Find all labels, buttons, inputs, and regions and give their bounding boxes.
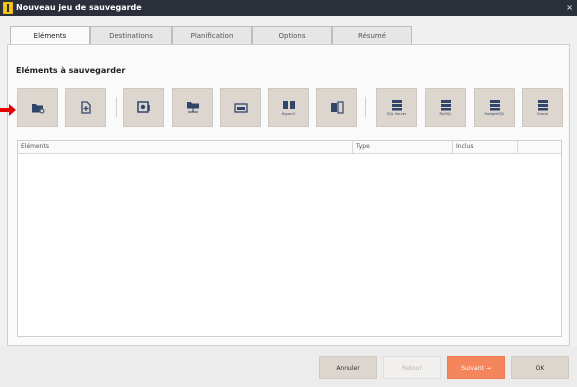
oracle-caption: Oracle bbox=[536, 112, 549, 116]
toolbar-separator bbox=[116, 97, 117, 117]
oracle-button[interactable]: Oracle bbox=[522, 88, 563, 127]
elements-panel: Eléments à sauvegarder Hyper-V SQL Serve… bbox=[7, 44, 570, 346]
network-folder-icon bbox=[186, 102, 199, 113]
elements-table[interactable]: Eléments Type Inclus bbox=[17, 140, 562, 337]
postgresql-button[interactable]: PostgreSQL bbox=[474, 88, 515, 127]
add-file-icon bbox=[80, 101, 91, 114]
hyper-v-icon bbox=[282, 100, 295, 109]
database-icon bbox=[440, 100, 451, 111]
column-inclus[interactable]: Inclus bbox=[453, 141, 518, 153]
ok-button[interactable]: OK bbox=[511, 356, 569, 379]
sql-server-caption: SQL Server bbox=[386, 112, 407, 116]
tab-destinations[interactable]: Destinations bbox=[90, 26, 172, 44]
postgresql-caption: PostgreSQL bbox=[484, 112, 505, 116]
cancel-button[interactable]: Annuler bbox=[319, 356, 377, 379]
add-folder-button[interactable] bbox=[17, 88, 58, 127]
exchange-icon bbox=[330, 101, 344, 114]
tab-planification[interactable]: Planification bbox=[172, 26, 252, 44]
hyper-v-button[interactable]: Hyper-V bbox=[268, 88, 309, 127]
title-bar: Nouveau jeu de sauvegarde × bbox=[0, 0, 577, 16]
mysql-caption: MySQL bbox=[439, 112, 452, 116]
server-button[interactable] bbox=[220, 88, 261, 127]
section-title: Eléments à sauvegarder bbox=[16, 66, 126, 75]
database-icon bbox=[489, 100, 500, 111]
close-icon[interactable]: × bbox=[566, 0, 573, 16]
sql-server-button[interactable]: SQL Server bbox=[376, 88, 417, 127]
network-folder-button[interactable] bbox=[172, 88, 213, 127]
add-folder-icon bbox=[31, 103, 45, 114]
toolbar-separator bbox=[365, 97, 366, 117]
disk-image-icon bbox=[136, 101, 150, 113]
tab-options[interactable]: Options bbox=[252, 26, 332, 44]
database-icon bbox=[391, 100, 402, 111]
table-header: Eléments Type Inclus bbox=[18, 141, 561, 154]
column-extra bbox=[518, 141, 561, 153]
database-icon bbox=[537, 100, 548, 111]
backup-set-window: Nouveau jeu de sauvegarde × Eléments Des… bbox=[0, 0, 577, 387]
tab-elements[interactable]: Eléments bbox=[10, 26, 90, 45]
column-elements[interactable]: Eléments bbox=[18, 141, 353, 153]
hyper-v-caption: Hyper-V bbox=[281, 111, 296, 116]
next-button[interactable]: Suivant → bbox=[447, 356, 505, 379]
add-file-button[interactable] bbox=[65, 88, 106, 127]
tab-resume[interactable]: Résumé bbox=[332, 26, 412, 44]
exchange-button[interactable] bbox=[316, 88, 357, 127]
window-title: Nouveau jeu de sauvegarde bbox=[16, 3, 142, 12]
disk-image-button[interactable] bbox=[123, 88, 164, 127]
pointer-arrow-icon bbox=[0, 104, 16, 116]
server-icon bbox=[233, 102, 248, 113]
mysql-button[interactable]: MySQL bbox=[425, 88, 466, 127]
column-type[interactable]: Type bbox=[353, 141, 453, 153]
back-button[interactable]: Retour bbox=[383, 356, 441, 379]
app-logo-icon bbox=[3, 2, 13, 14]
